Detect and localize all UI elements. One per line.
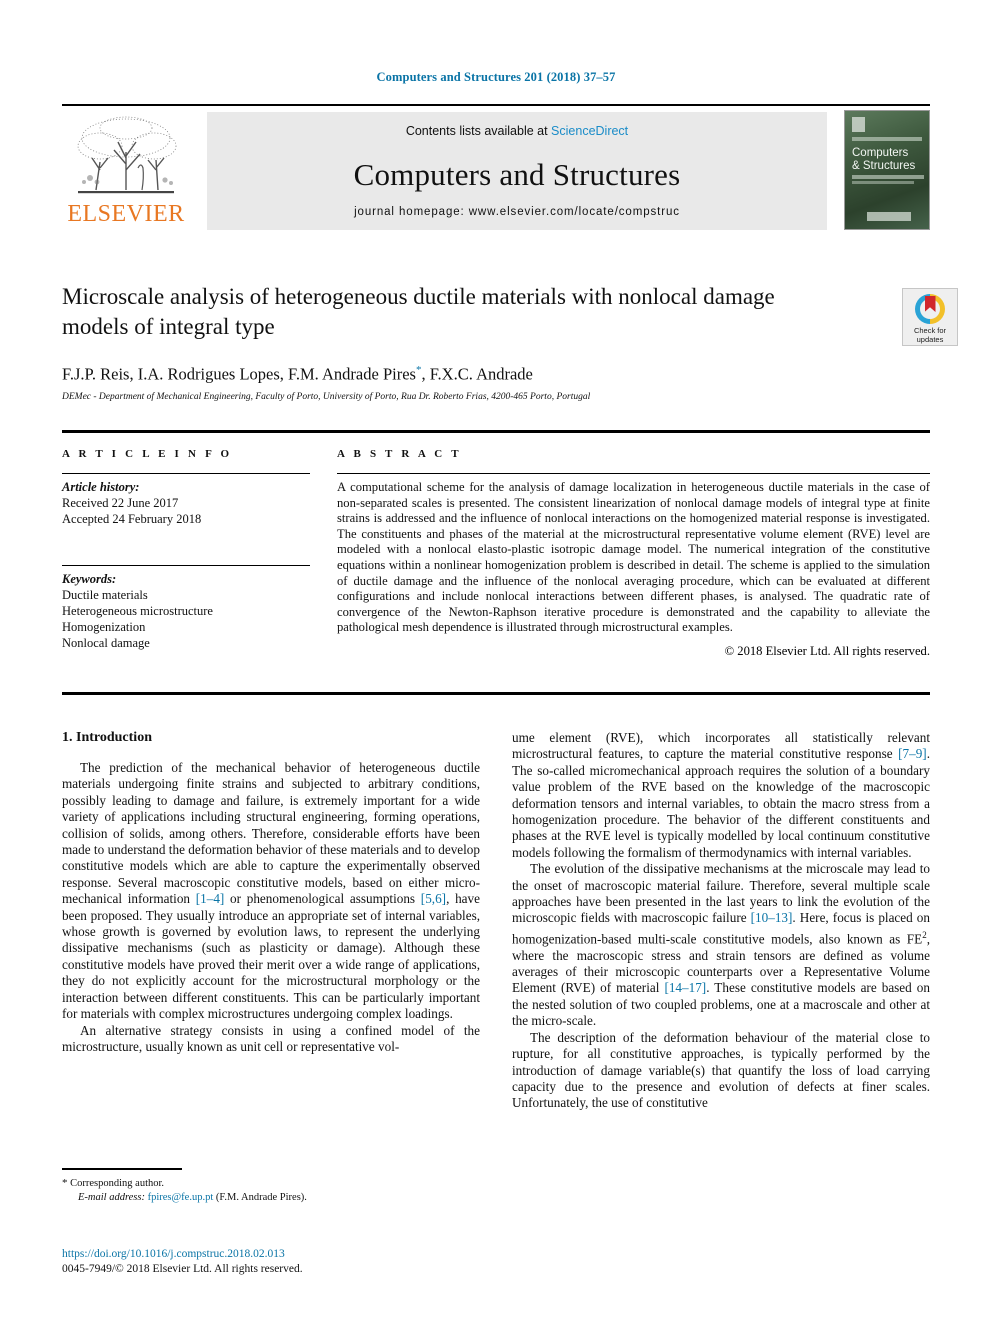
cover-publisher-mark xyxy=(852,117,865,132)
affiliation: DEMec - Department of Mechanical Enginee… xyxy=(62,392,591,402)
sciencedirect-link[interactable]: ScienceDirect xyxy=(551,124,628,138)
footnote-corresponding: * Corresponding author. xyxy=(62,1176,480,1191)
footnote-email-label: E-mail address: xyxy=(78,1191,145,1203)
footer-block: https://doi.org/10.1016/j.compstruc.2018… xyxy=(62,1247,502,1277)
abstract-heading: A B S T R A C T xyxy=(337,448,462,460)
cover-footer-strip xyxy=(867,212,911,221)
journal-title: Computers and Structures xyxy=(353,157,681,192)
paragraph-intro-1-part-c: , have been proposed. They usually intro… xyxy=(62,891,480,1022)
journal-cover-thumbnail: Computers & Structures xyxy=(844,110,930,230)
paragraph-intro-4: The evolution of the dissipative mechani… xyxy=(512,861,930,1029)
contents-lists-line: Contents lists available at ScienceDirec… xyxy=(207,124,827,138)
contents-lists-prefix: Contents lists available at xyxy=(405,124,552,138)
cover-title-line2: & Structures xyxy=(852,160,916,172)
paragraph-intro-5: The description of the deformation behav… xyxy=(512,1029,930,1111)
body-columns: 1. Introduction The prediction of the me… xyxy=(62,730,930,1200)
paragraph-intro-1-part-b: or phenomenological assumptions xyxy=(224,891,421,907)
footnote-email-link[interactable]: fpires@fe.up.pt xyxy=(148,1192,214,1203)
abstract-bottom-rule xyxy=(62,692,930,695)
paragraph-intro-3: ume element (RVE), which incorporates al… xyxy=(512,730,930,861)
journal-masthead: ELSEVIER Contents lists available at Sci… xyxy=(62,104,930,230)
cover-title: Computers & Structures xyxy=(852,147,915,173)
crossmark-line2: updates xyxy=(916,335,944,344)
footnote-email-owner: (F.M. Andrade Pires). xyxy=(215,1191,307,1203)
keyword-item: Heterogeneous microstructure xyxy=(62,604,213,618)
article-history-received: Received 22 June 2017 xyxy=(62,496,179,510)
paragraph-intro-2: An alternative strategy consists in usin… xyxy=(62,1022,480,1054)
footnote-corresponding-text: Corresponding author. xyxy=(70,1177,165,1189)
crossmark-caption: Check for updates xyxy=(903,326,957,344)
doi-link[interactable]: https://doi.org/10.1016/j.compstruc.2018… xyxy=(62,1247,502,1262)
running-head: Computers and Structures 201 (2018) 37–5… xyxy=(376,70,616,84)
sciencedirect-band: Contents lists available at ScienceDirec… xyxy=(207,112,827,230)
abstract-top-rule xyxy=(62,430,930,433)
citation-1-4[interactable]: [1–4] xyxy=(196,891,225,906)
abstract-column: A B S T R A C T A computational scheme f… xyxy=(337,448,930,659)
authors-tail: , F.X.C. Andrade xyxy=(421,364,533,384)
abstract-text: A computational scheme for the analysis … xyxy=(337,480,930,635)
elsevier-tree-icon xyxy=(70,112,182,200)
keywords-label: Keywords: xyxy=(62,572,117,586)
abstract-copyright: © 2018 Elsevier Ltd. All rights reserved… xyxy=(724,643,930,658)
article-info-heading: A R T I C L E I N F O xyxy=(62,448,233,460)
footnote-rule xyxy=(62,1168,182,1170)
citation-5-6[interactable]: [5,6] xyxy=(421,891,446,906)
keyword-item: Homogenization xyxy=(62,620,146,634)
cover-issn-strip xyxy=(852,137,922,141)
article-history-accepted: Accepted 24 February 2018 xyxy=(62,512,202,526)
section-heading-introduction: 1. Introduction xyxy=(62,730,152,745)
article-history-label: Article history: xyxy=(62,480,140,494)
elsevier-logo: ELSEVIER xyxy=(62,110,190,230)
paragraph-intro-3-part-a: ume element (RVE), which incorporates al… xyxy=(512,730,930,762)
author-list: F.J.P. Reis, I.A. Rodrigues Lopes, F.M. … xyxy=(62,364,822,385)
article-info-column: A R T I C L E I N F O Article history: R… xyxy=(62,448,312,651)
masthead-top-rule xyxy=(62,104,930,106)
cover-subtitle-strip xyxy=(852,175,924,179)
journal-homepage[interactable]: journal homepage: www.elsevier.com/locat… xyxy=(207,206,827,218)
authors-main: F.J.P. Reis, I.A. Rodrigues Lopes, F.M. … xyxy=(62,364,416,384)
elsevier-wordmark: ELSEVIER xyxy=(67,201,185,227)
page-title: Microscale analysis of heterogeneous duc… xyxy=(62,284,775,339)
footnote-block: * Corresponding author. E-mail address: … xyxy=(62,1168,480,1205)
body-column-left: 1. Introduction The prediction of the me… xyxy=(62,730,480,1055)
paragraph-intro-1: The prediction of the mechanical behavio… xyxy=(62,760,480,1023)
body-column-right: ume element (RVE), which incorporates al… xyxy=(512,730,930,1112)
footnote-star-marker: * xyxy=(62,1176,68,1189)
crossmark-line1: Check for xyxy=(913,326,947,335)
cover-subtitle-strip-2 xyxy=(852,181,914,184)
footnote-email: E-mail address: fpires@fe.up.pt (F.M. An… xyxy=(62,1191,480,1205)
crossmark-badge-icon[interactable]: Check for updates xyxy=(902,288,958,346)
paragraph-intro-1-part-a: The prediction of the mechanical behavio… xyxy=(62,760,480,907)
keywords-block: Keywords: Ductile materials Heterogeneou… xyxy=(62,565,312,651)
title-block: Microscale analysis of heterogeneous duc… xyxy=(62,282,958,402)
citation-14-17[interactable]: [14–17] xyxy=(664,980,706,995)
issn-copyright-line: 0045-7949/© 2018 Elsevier Ltd. All right… xyxy=(62,1263,303,1275)
keywords-list: Keywords: Ductile materials Heterogeneou… xyxy=(62,566,312,651)
citation-10-13[interactable]: [10–13] xyxy=(751,910,793,925)
cover-title-line1: Computers xyxy=(852,147,909,159)
crossmark-ring xyxy=(915,294,945,324)
citation-7-9[interactable]: [7–9] xyxy=(898,746,927,761)
keyword-item: Nonlocal damage xyxy=(62,636,150,650)
article-history: Article history: Received 22 June 2017 A… xyxy=(62,474,312,527)
paper-page: Computers and Structures 201 (2018) 37–5… xyxy=(0,0,992,1323)
keyword-item: Ductile materials xyxy=(62,588,148,602)
paragraph-intro-3-part-b: . The so-called micromechanical approach… xyxy=(512,746,930,860)
